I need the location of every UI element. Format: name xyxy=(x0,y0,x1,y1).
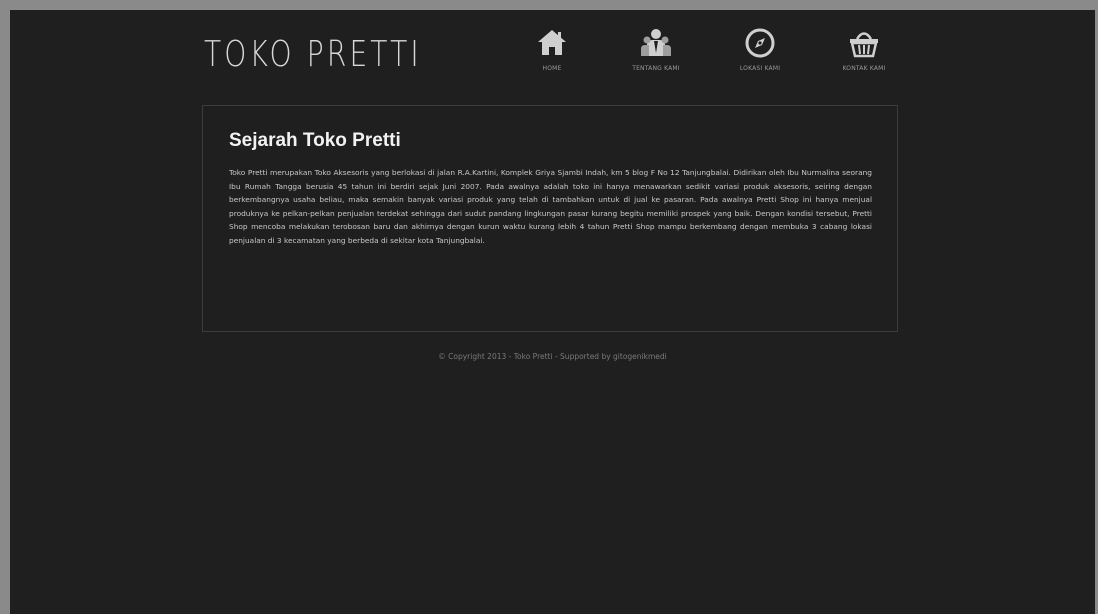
nav-item-tentang-kami[interactable]: TENTANG KAMI xyxy=(604,26,708,72)
home-icon xyxy=(538,30,566,55)
nav-label-kontak-kami: KONTAK KAMI xyxy=(842,65,886,72)
page-title: Sejarah Toko Pretti xyxy=(229,130,401,151)
nav-item-home[interactable]: HOME xyxy=(500,26,604,72)
nav-label-home: HOME xyxy=(542,65,562,72)
users-icon xyxy=(641,29,671,56)
page-container: TOKO PRETTI HOME TENTANG KAMI LOKASI KAM… xyxy=(10,10,1095,614)
nav-item-kontak-kami[interactable]: KONTAK KAMI xyxy=(812,26,916,72)
history-paragraph: Toko Pretti merupakan Toko Aksesoris yan… xyxy=(229,168,872,245)
basket-icon xyxy=(850,32,878,58)
nav-item-lokasi-kami[interactable]: LOKASI KAMI xyxy=(708,26,812,72)
nav-label-lokasi-kami: LOKASI KAMI xyxy=(739,65,781,72)
nav-label-tentang-kami: TENTANG KAMI xyxy=(632,65,680,72)
compass-icon xyxy=(745,28,775,58)
footer-copyright: © Copyright 2013 - Toko Pretti - Support… xyxy=(438,352,667,361)
main-nav: HOME TENTANG KAMI LOKASI KAMI KONTAK KAM… xyxy=(500,26,916,72)
history-section: Sejarah Toko Pretti Toko Pretti merupaka… xyxy=(202,105,898,332)
site-logo[interactable]: TOKO PRETTI xyxy=(204,34,422,75)
